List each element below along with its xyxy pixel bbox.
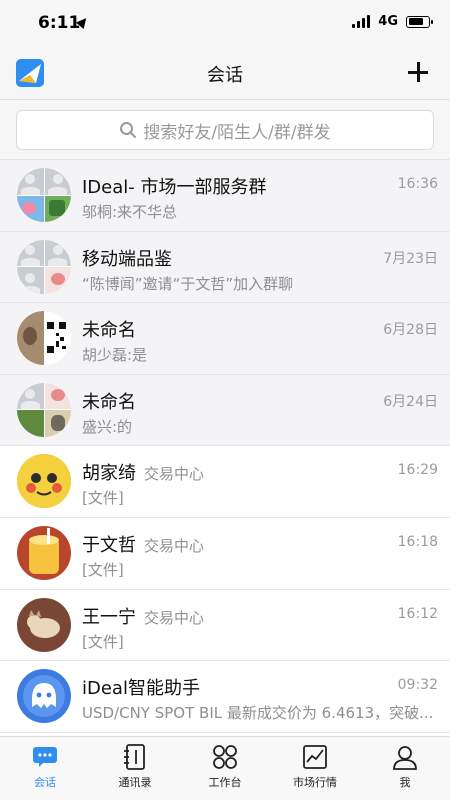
chat-name: 未命名 (82, 391, 136, 413)
chat-name: 王一宁 交易中心 (82, 606, 205, 628)
user-avatar (17, 454, 71, 509)
chat-row[interactable]: 王一宁 交易中心 16:12 [文件] (0, 589, 450, 662)
tab-chats[interactable]: 会话 (0, 737, 90, 800)
chat-bubble-icon (31, 744, 59, 770)
chat-department-tag: 交易中心 (144, 536, 205, 555)
group-avatar (17, 168, 71, 222)
chat-last-message: [文件] (82, 632, 124, 651)
battery-icon (406, 15, 433, 28)
tab-bar: 会话 通讯录 工作台 市场行情 我 (0, 736, 450, 800)
chat-name: 移动端品鉴 (82, 248, 172, 270)
add-icon[interactable] (406, 60, 430, 84)
tab-market[interactable]: 市场行情 (270, 737, 360, 800)
tab-label: 工作台 (208, 776, 242, 789)
nav-bar: 会话 (0, 46, 450, 100)
chat-last-message: USD/CNY SPOT BIL 最新成交价为 6.4613，突破... (82, 704, 434, 723)
chat-time: 7月23日 (383, 250, 438, 267)
chat-name: iDeal智能助手 (82, 678, 200, 700)
chat-last-message: “陈博闻”邀请“于文哲”加入群聊 (82, 274, 294, 293)
group-avatar (17, 382, 71, 437)
search-input[interactable]: 搜索好友/陌生人/群/群发 (16, 110, 434, 150)
bot-avatar (17, 669, 71, 724)
tab-label: 通讯录 (118, 776, 152, 789)
status-bar: 6:11 4G (0, 0, 450, 46)
search-icon (119, 121, 137, 139)
chat-row[interactable]: 未命名 6月28日 胡少磊:是 (0, 303, 450, 375)
chat-row[interactable]: 胡家绮 交易中心 16:29 [文件] (0, 446, 450, 518)
chat-time: 6月28日 (383, 322, 438, 339)
chat-name: 于文哲 交易中心 (82, 534, 205, 556)
chat-name: 未命名 (82, 320, 136, 342)
chat-row[interactable]: 移动端品鉴 7月23日 “陈博闻”邀请“于文哲”加入群聊 (0, 231, 450, 304)
chat-last-message: [文件] (82, 489, 124, 508)
tab-label: 市场行情 (293, 776, 337, 789)
contacts-book-icon (121, 744, 149, 770)
chat-row[interactable]: 于文哲 交易中心 16:18 [文件] (0, 517, 450, 590)
profile-icon (391, 744, 419, 770)
chat-time: 16:18 (397, 533, 438, 550)
chat-name: 胡家绮 交易中心 (82, 463, 205, 485)
chat-name: IDeal- 市场一部服务群 (82, 177, 267, 198)
market-chart-icon (301, 744, 329, 770)
user-avatar (17, 525, 71, 580)
tab-workbench[interactable]: 工作台 (180, 737, 270, 800)
signal-icon (352, 15, 371, 28)
chat-department-tag: 交易中心 (144, 465, 205, 484)
chat-department-tag: 交易中心 (144, 608, 205, 627)
tab-me[interactable]: 我 (360, 737, 450, 800)
chat-row[interactable]: IDeal- 市场一部服务群 16:36 邬桐:来不华总 (0, 160, 450, 232)
workbench-grid-icon (211, 744, 239, 770)
chat-time: 6月24日 (383, 393, 438, 410)
group-avatar (17, 239, 71, 294)
chat-time: 09:32 (397, 677, 438, 694)
group-avatar (17, 311, 71, 366)
chat-time: 16:12 (397, 605, 438, 622)
tab-label: 会话 (34, 776, 56, 789)
page-title: 会话 (207, 65, 243, 86)
chat-list: IDeal- 市场一部服务群 16:36 邬桐:来不华总 移动端品鉴 7月23日… (0, 160, 450, 733)
chat-last-message: 盛兴:的 (82, 417, 133, 436)
status-time: 6:11 (38, 13, 81, 33)
search-area: 搜索好友/陌生人/群/群发 (0, 100, 450, 160)
search-placeholder: 搜索好友/陌生人/群/群发 (143, 122, 331, 143)
network-type: 4G (378, 14, 398, 29)
chat-row[interactable]: iDeal智能助手 09:32 USD/CNY SPOT BIL 最新成交价为 … (0, 661, 450, 733)
chat-last-message: 胡少磊:是 (82, 346, 148, 365)
chat-time: 16:36 (397, 176, 438, 192)
chat-time: 16:29 (397, 462, 438, 479)
chat-last-message: [文件] (82, 560, 124, 579)
tab-label: 我 (399, 776, 411, 789)
chat-row[interactable]: 未命名 6月24日 盛兴:的 (0, 374, 450, 447)
tab-contacts[interactable]: 通讯录 (90, 737, 180, 800)
user-avatar (17, 597, 71, 652)
chat-last-message: 邬桐:来不华总 (82, 203, 178, 221)
